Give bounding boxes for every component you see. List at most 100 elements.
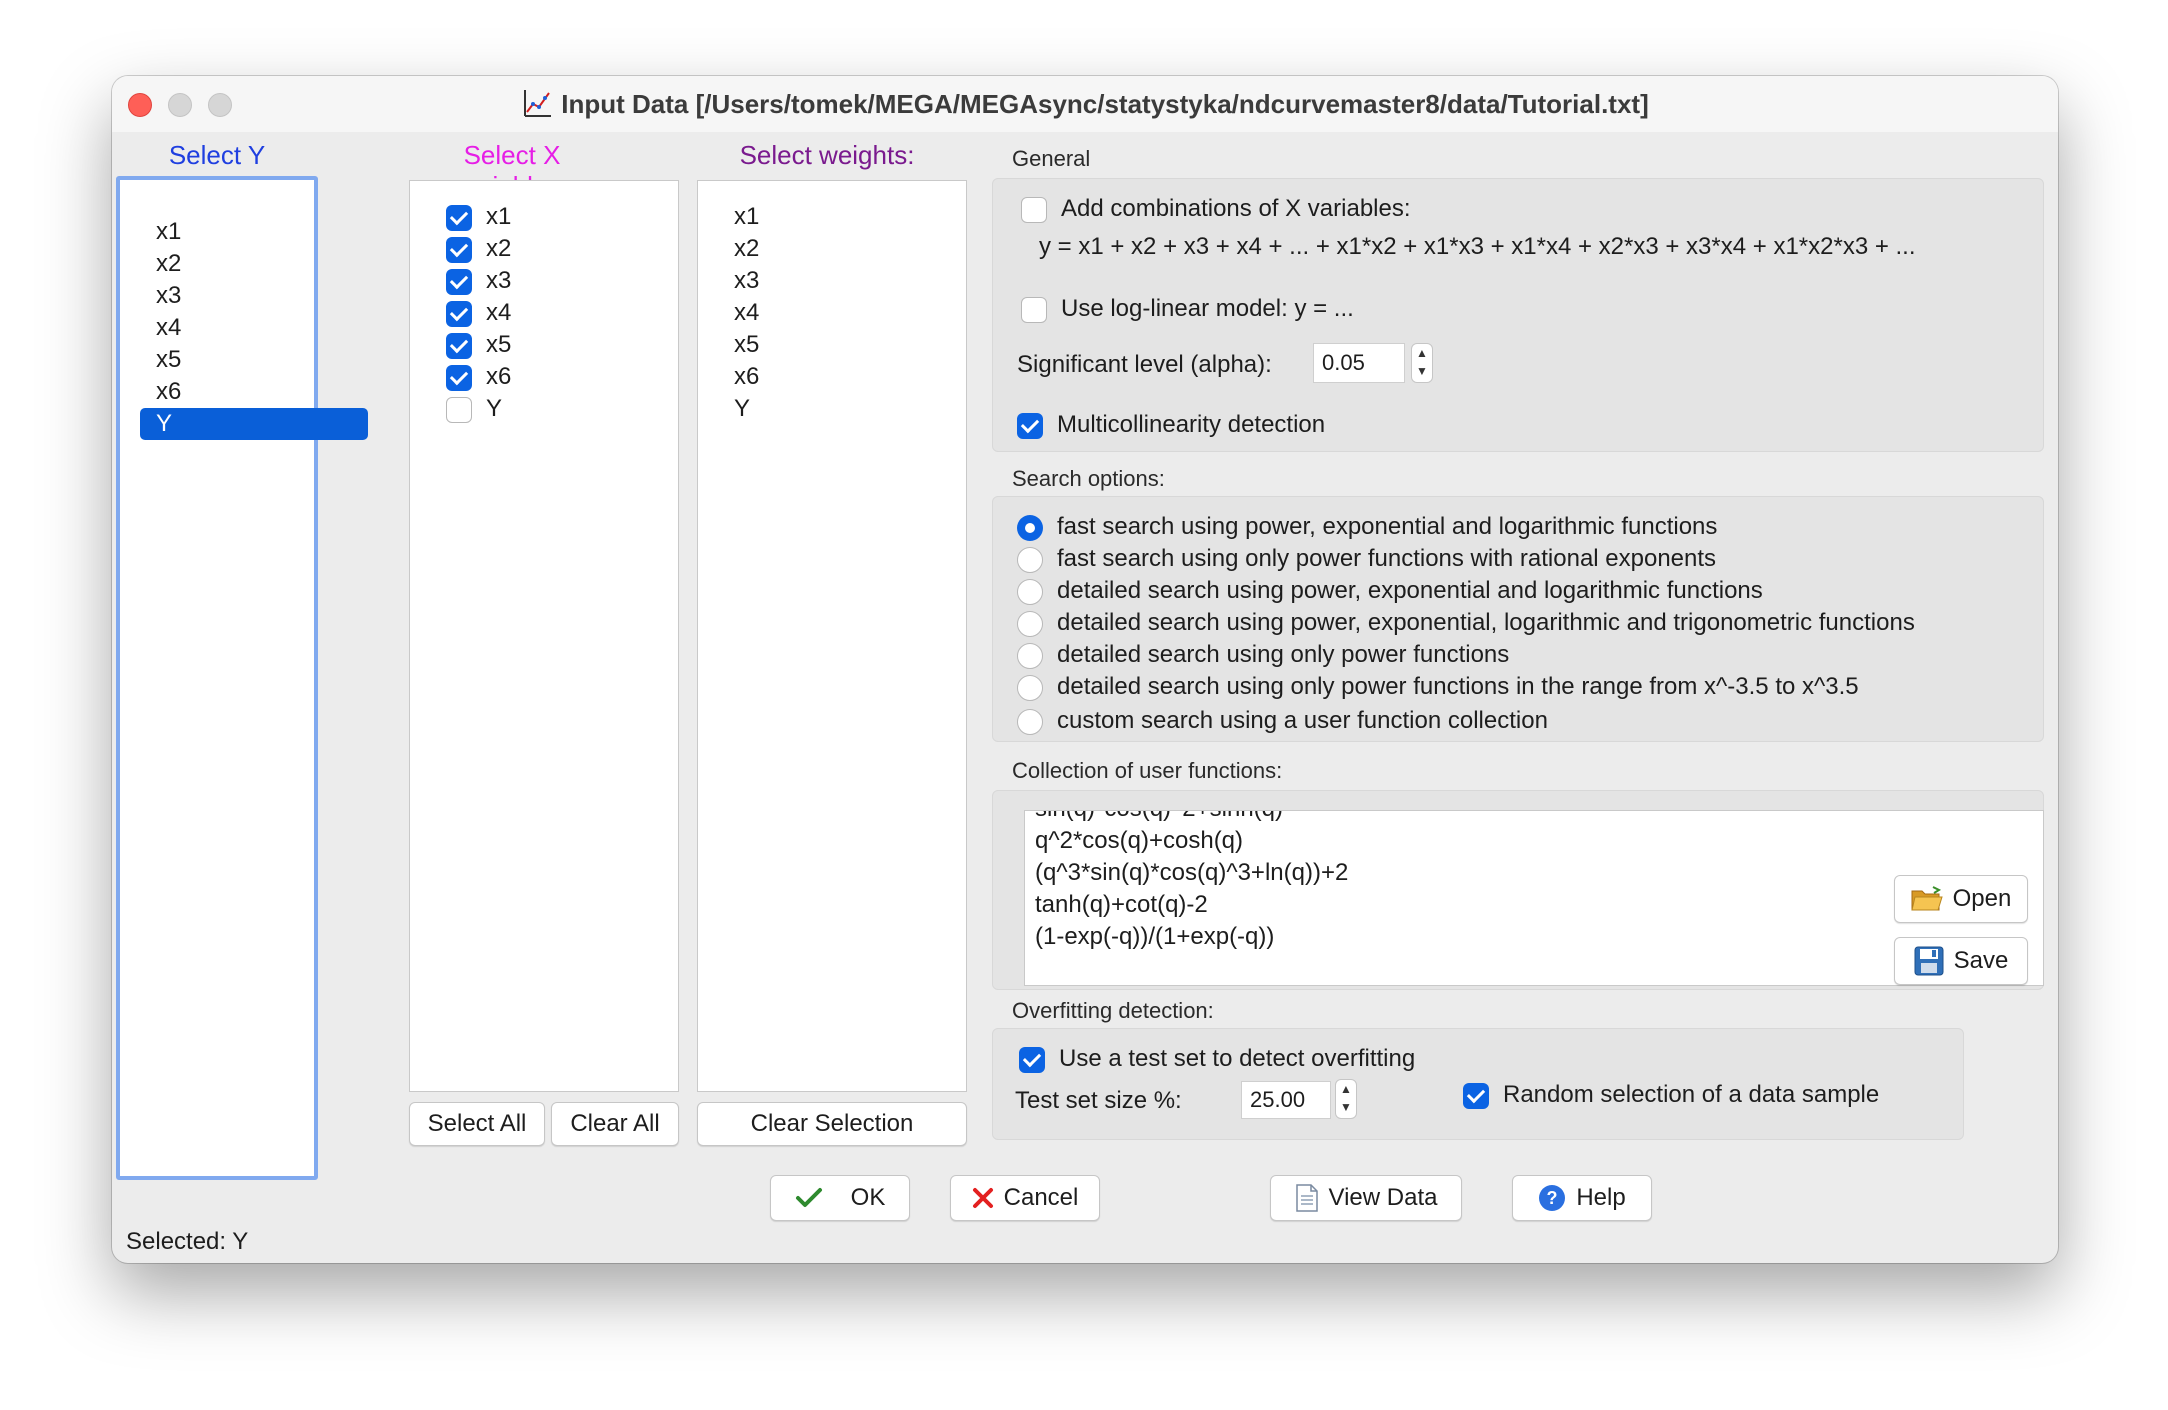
- x-list-label: x5: [486, 331, 512, 358]
- search-option-radio[interactable]: [1017, 709, 1043, 735]
- user-function-line: (1-exp(-q))/(1+exp(-q)): [1035, 923, 1275, 950]
- maximize-window-button[interactable]: [208, 93, 232, 117]
- search-option-label: custom search using a user function coll…: [1057, 707, 1548, 734]
- weights-list-item[interactable]: x1: [734, 201, 759, 233]
- add-combinations-checkbox[interactable]: [1021, 197, 1047, 223]
- weights-list-item[interactable]: x6: [734, 361, 759, 393]
- general-group: Add combinations of X variables: y = x1 …: [992, 178, 2044, 452]
- search-option-label: detailed search using power, exponential…: [1057, 609, 1915, 636]
- search-option-radio[interactable]: [1017, 515, 1043, 541]
- y-list-item[interactable]: x6: [156, 376, 181, 408]
- search-options-group: fast search using power, exponential and…: [992, 496, 2044, 742]
- y-list-item-selected[interactable]: Y: [140, 408, 368, 440]
- add-combinations-label: Add combinations of X variables:: [1061, 195, 1411, 222]
- x-list-label: x2: [486, 235, 512, 262]
- save-button[interactable]: Save: [1894, 937, 2028, 985]
- search-option-label: fast search using power, exponential and…: [1057, 513, 1718, 540]
- help-icon: ?: [1539, 1185, 1566, 1211]
- x-list-label: x3: [486, 267, 512, 294]
- help-button[interactable]: ? Help: [1512, 1175, 1652, 1221]
- window-title: Input Data [/Users/tomek/MEGA/MEGAsync/s…: [561, 88, 1649, 119]
- input-data-dialog: Input Data [/Users/tomek/MEGA/MEGAsync/s…: [112, 76, 2058, 1263]
- overfitting-group: Use a test set to detect overfitting Tes…: [992, 1028, 1964, 1140]
- red-x-icon: [972, 1188, 993, 1208]
- cancel-button[interactable]: Cancel: [950, 1175, 1100, 1221]
- x5-checkbox[interactable]: [446, 333, 472, 359]
- test-set-size-label: Test set size %:: [1015, 1087, 1182, 1114]
- y-list-item[interactable]: x5: [156, 344, 181, 376]
- x1-checkbox[interactable]: [446, 205, 472, 231]
- y-list-item[interactable]: x4: [156, 312, 181, 344]
- open-folder-icon: [1911, 886, 1943, 911]
- search-option-radio[interactable]: [1017, 675, 1043, 701]
- user-functions-textarea[interactable]: sin(q)*cos(q)^2+sinh(q) q^2*cos(q)+cosh(…: [1024, 810, 2044, 986]
- help-button-label: Help: [1576, 1184, 1626, 1211]
- y-list-item[interactable]: x3: [156, 280, 181, 312]
- close-window-button[interactable]: [128, 93, 152, 117]
- select-all-button[interactable]: Select All: [409, 1102, 545, 1146]
- y-list-item[interactable]: x1: [156, 216, 181, 248]
- view-data-button-label: View Data: [1328, 1184, 1438, 1211]
- user-function-line: sin(q)*cos(q)^2+sinh(q): [1035, 811, 1283, 823]
- x-list-label: x1: [486, 203, 512, 230]
- use-test-set-checkbox[interactable]: [1019, 1047, 1045, 1073]
- alpha-label: Significant level (alpha):: [1017, 351, 1272, 378]
- ok-button-label: OK: [850, 1184, 886, 1211]
- minimize-window-button[interactable]: [168, 93, 192, 117]
- weights-list[interactable]: x1 x2 x3 x4 x5 x6 Y: [697, 180, 967, 1092]
- collection-title: Collection of user functions:: [1012, 758, 1283, 783]
- alpha-stepper[interactable]: ▲ ▼: [1411, 343, 1433, 383]
- weights-list-item[interactable]: x4: [734, 297, 759, 329]
- search-option-label: detailed search using only power functio…: [1057, 641, 1510, 668]
- status-text: Selected: Y: [126, 1228, 249, 1255]
- clear-all-button[interactable]: Clear All: [551, 1102, 679, 1146]
- test-set-size-input[interactable]: 25.00: [1241, 1081, 1331, 1119]
- search-options-title: Search options:: [1012, 466, 1165, 491]
- y-as-x-checkbox[interactable]: [446, 397, 472, 423]
- multicollinearity-checkbox[interactable]: [1017, 413, 1043, 439]
- document-icon: [1295, 1184, 1318, 1212]
- open-button-label: Open: [1952, 885, 2012, 912]
- alpha-input[interactable]: 0.05: [1313, 343, 1405, 383]
- view-data-button[interactable]: View Data: [1270, 1175, 1462, 1221]
- ok-button[interactable]: OK: [770, 1175, 910, 1221]
- random-selection-label: Random selection of a data sample: [1503, 1081, 1880, 1108]
- x2-checkbox[interactable]: [446, 237, 472, 263]
- general-section-title: General: [1012, 146, 1091, 171]
- search-option-radio[interactable]: [1017, 643, 1043, 669]
- user-function-line: tanh(q)+cot(q)-2: [1035, 891, 1208, 918]
- x6-checkbox[interactable]: [446, 365, 472, 391]
- search-option-radio[interactable]: [1017, 611, 1043, 637]
- y-list-item[interactable]: x2: [156, 248, 181, 280]
- open-button[interactable]: Open: [1894, 875, 2028, 923]
- weights-list-item[interactable]: Y: [734, 393, 750, 425]
- chart-app-icon: [524, 90, 552, 117]
- save-button-label: Save: [1953, 947, 2009, 974]
- svg-text:?: ?: [1547, 1188, 1558, 1208]
- multicollinearity-label: Multicollinearity detection: [1057, 411, 1326, 438]
- x3-checkbox[interactable]: [446, 269, 472, 295]
- search-option-radio[interactable]: [1017, 579, 1043, 605]
- overfitting-title: Overfitting detection:: [1012, 998, 1214, 1023]
- weights-list-item[interactable]: x3: [734, 265, 759, 297]
- log-linear-label: Use log-linear model: y = ...: [1061, 295, 1354, 322]
- x-list-label: Y: [486, 395, 503, 422]
- x-variables-list: x1 x2 x3 x4 x5 x6 Y: [409, 180, 679, 1092]
- clear-selection-button[interactable]: Clear Selection: [697, 1102, 967, 1146]
- x4-checkbox[interactable]: [446, 301, 472, 327]
- test-set-size-stepper[interactable]: ▲ ▼: [1335, 1079, 1357, 1119]
- combinations-formula: y = x1 + x2 + x3 + x4 + ... + x1*x2 + x1…: [1039, 233, 1916, 260]
- weights-list-item[interactable]: x5: [734, 329, 759, 361]
- x-list-label: x4: [486, 299, 512, 326]
- random-selection-checkbox[interactable]: [1463, 1083, 1489, 1109]
- cancel-button-label: Cancel: [1003, 1184, 1079, 1211]
- log-linear-checkbox[interactable]: [1021, 297, 1047, 323]
- checkmark-icon: [795, 1188, 822, 1207]
- floppy-disk-icon: [1914, 946, 1944, 976]
- search-option-radio[interactable]: [1017, 547, 1043, 573]
- search-option-label: fast search using only power functions w…: [1057, 545, 1717, 572]
- weights-list-item[interactable]: x2: [734, 233, 759, 265]
- user-function-line: (q^3*sin(q)*cos(q)^3+ln(q))+2: [1035, 859, 1349, 886]
- y-variable-list[interactable]: x1 x2 x3 x4 x5 x6 Y: [116, 176, 368, 1180]
- user-function-line: q^2*cos(q)+cosh(q): [1035, 827, 1244, 854]
